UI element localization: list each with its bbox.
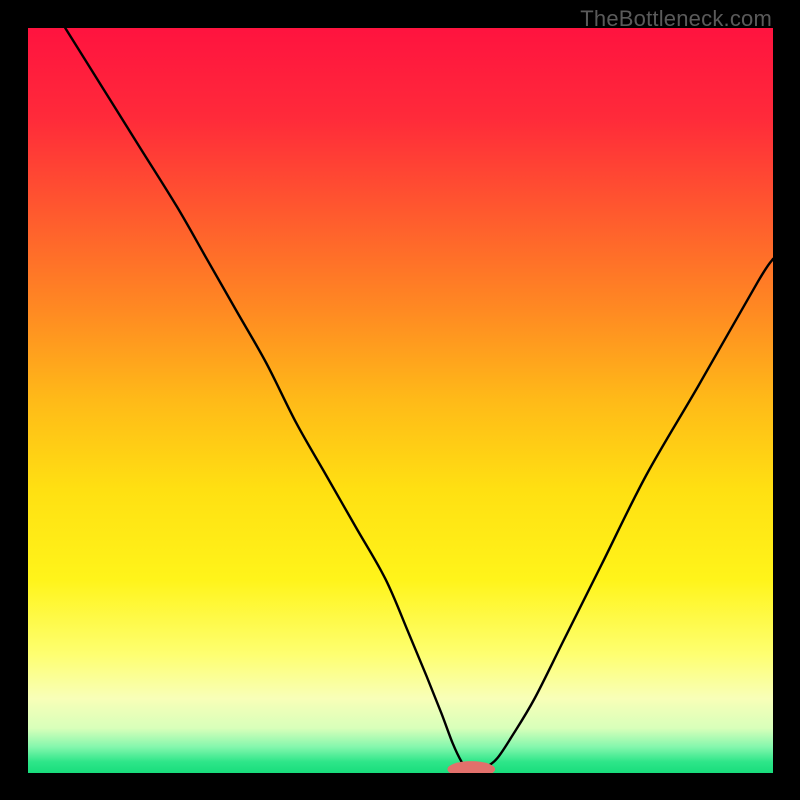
- gradient-background: [28, 28, 773, 773]
- chart-container: TheBottleneck.com: [0, 0, 800, 800]
- chart-svg: [28, 28, 773, 773]
- plot-area: [28, 28, 773, 773]
